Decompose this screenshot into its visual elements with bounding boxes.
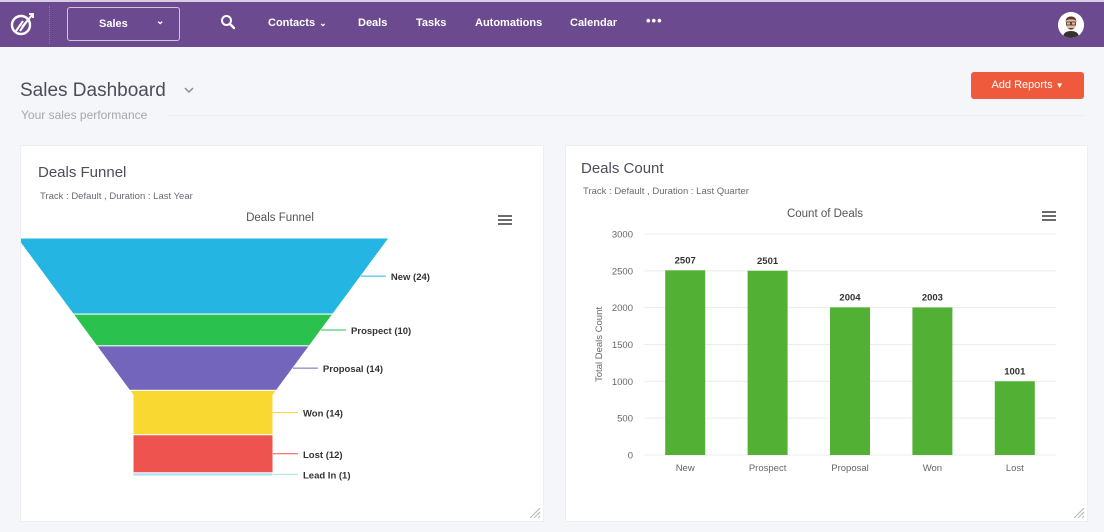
bar-data-label: 2501 bbox=[757, 256, 779, 267]
x-tick-label: Proposal bbox=[831, 463, 869, 474]
y-tick-label: 0 bbox=[628, 451, 633, 462]
top-navbar: Sales ⌄ Contacts ⌄ Deals Tasks Automation… bbox=[0, 0, 1104, 47]
funnel-data-label: Prospect (10) bbox=[351, 326, 411, 337]
funnel-segment-prospect[interactable] bbox=[72, 313, 334, 347]
y-tick-label: 1000 bbox=[612, 377, 633, 388]
x-tick-label: New bbox=[676, 463, 695, 474]
y-tick-label: 3000 bbox=[612, 230, 633, 241]
chevron-down-icon: ⌄ bbox=[156, 16, 165, 27]
more-menu-button[interactable]: ••• bbox=[646, 13, 663, 28]
nav-tasks[interactable]: Tasks bbox=[416, 17, 446, 29]
search-icon[interactable] bbox=[220, 14, 236, 30]
y-tick-label: 500 bbox=[617, 414, 633, 425]
chevron-down-icon[interactable] bbox=[183, 84, 195, 96]
bar-chart: 0 500 1000 1500 2000 2500 3000 Total Deals Coun… bbox=[594, 230, 1056, 474]
bar-data-label: 2004 bbox=[839, 292, 861, 303]
bar-new[interactable] bbox=[665, 270, 706, 455]
funnel-data-label: Lost (12) bbox=[303, 450, 343, 461]
nav-contacts-label: Contacts bbox=[268, 17, 316, 29]
nav-calendar-label: Calendar bbox=[570, 17, 618, 29]
nav-automations[interactable]: Automations bbox=[475, 17, 542, 29]
nav-contacts[interactable]: Contacts ⌄ bbox=[268, 17, 327, 29]
nav-deals[interactable]: Deals bbox=[358, 17, 387, 29]
bar-prospect[interactable] bbox=[747, 270, 788, 455]
chart-title: Count of Deals bbox=[786, 208, 864, 220]
nav-automations-label: Automations bbox=[475, 17, 543, 29]
chart-menu-icon[interactable] bbox=[1042, 211, 1056, 223]
funnel-segment-lost[interactable] bbox=[132, 434, 274, 474]
deals-count-panel: Deals Count Track : Default , Duration :… bbox=[565, 145, 1088, 522]
nav-tasks-label: Tasks bbox=[416, 17, 447, 29]
panel-meta: Track : Default , Duration : Last Quarte… bbox=[583, 186, 749, 197]
funnel-data-label: New (24) bbox=[391, 272, 430, 283]
module-select-value: Sales bbox=[99, 18, 128, 30]
funnel-data-label: Won (14) bbox=[303, 409, 343, 420]
chevron-down-icon: ⌄ bbox=[319, 18, 327, 28]
header-divider bbox=[168, 115, 1083, 116]
nav-calendar[interactable]: Calendar bbox=[570, 17, 617, 29]
funnel-segment-proposal[interactable] bbox=[95, 345, 311, 391]
resize-grip-icon[interactable] bbox=[1071, 505, 1085, 519]
deals-funnel-panel: Deals Funnel Track : Default , Duration … bbox=[20, 145, 544, 522]
module-select[interactable]: Sales ⌄ bbox=[67, 7, 180, 41]
brand-logo-icon[interactable] bbox=[9, 10, 37, 38]
x-tick-label: Prospect bbox=[749, 463, 787, 474]
add-reports-button[interactable]: Add Reports ▼ bbox=[971, 72, 1084, 99]
page-subtitle: Your sales performance bbox=[21, 108, 148, 122]
y-tick-label: 2500 bbox=[612, 266, 633, 277]
bar-data-label: 2003 bbox=[922, 292, 943, 303]
user-avatar-icon[interactable] bbox=[1058, 12, 1084, 38]
funnel-chart: New (24) Prospect (10) Proposal (14) Won (1… bbox=[21, 237, 430, 481]
bar-data-label: 1001 bbox=[1004, 366, 1026, 377]
add-reports-label: Add Reports bbox=[991, 79, 1053, 91]
resize-grip-icon[interactable] bbox=[527, 505, 541, 519]
bar-lost[interactable] bbox=[994, 381, 1035, 455]
caret-down-icon: ▼ bbox=[1055, 81, 1064, 90]
y-tick-label: 1500 bbox=[612, 340, 633, 351]
chart-menu-icon[interactable] bbox=[498, 215, 512, 227]
funnel-segment-new[interactable] bbox=[21, 237, 390, 315]
bar-won[interactable] bbox=[912, 307, 953, 455]
bar-data-label: 2507 bbox=[675, 255, 696, 266]
bar-proposal[interactable] bbox=[830, 307, 870, 455]
funnel-segment-won[interactable] bbox=[128, 389, 278, 436]
x-tick-label: Won bbox=[923, 463, 942, 474]
panel-meta: Track : Default , Duration : Last Year bbox=[40, 191, 193, 202]
funnel-data-label: Lead In (1) bbox=[303, 470, 351, 481]
x-tick-label: Lost bbox=[1006, 463, 1024, 474]
nav-deals-label: Deals bbox=[358, 17, 388, 29]
page-title: Sales Dashboard bbox=[20, 80, 166, 101]
panel-title: Deals Count bbox=[581, 160, 664, 177]
panel-title: Deals Funnel bbox=[38, 164, 127, 181]
funnel-data-label: Proposal (14) bbox=[323, 364, 383, 375]
funnel-segment-lead-in[interactable] bbox=[132, 472, 274, 477]
chart-title: Deals Funnel bbox=[246, 212, 314, 224]
y-tick-label: 2000 bbox=[612, 303, 633, 314]
y-axis-label: Total Deals Count bbox=[594, 307, 605, 382]
logo-divider bbox=[49, 6, 50, 44]
